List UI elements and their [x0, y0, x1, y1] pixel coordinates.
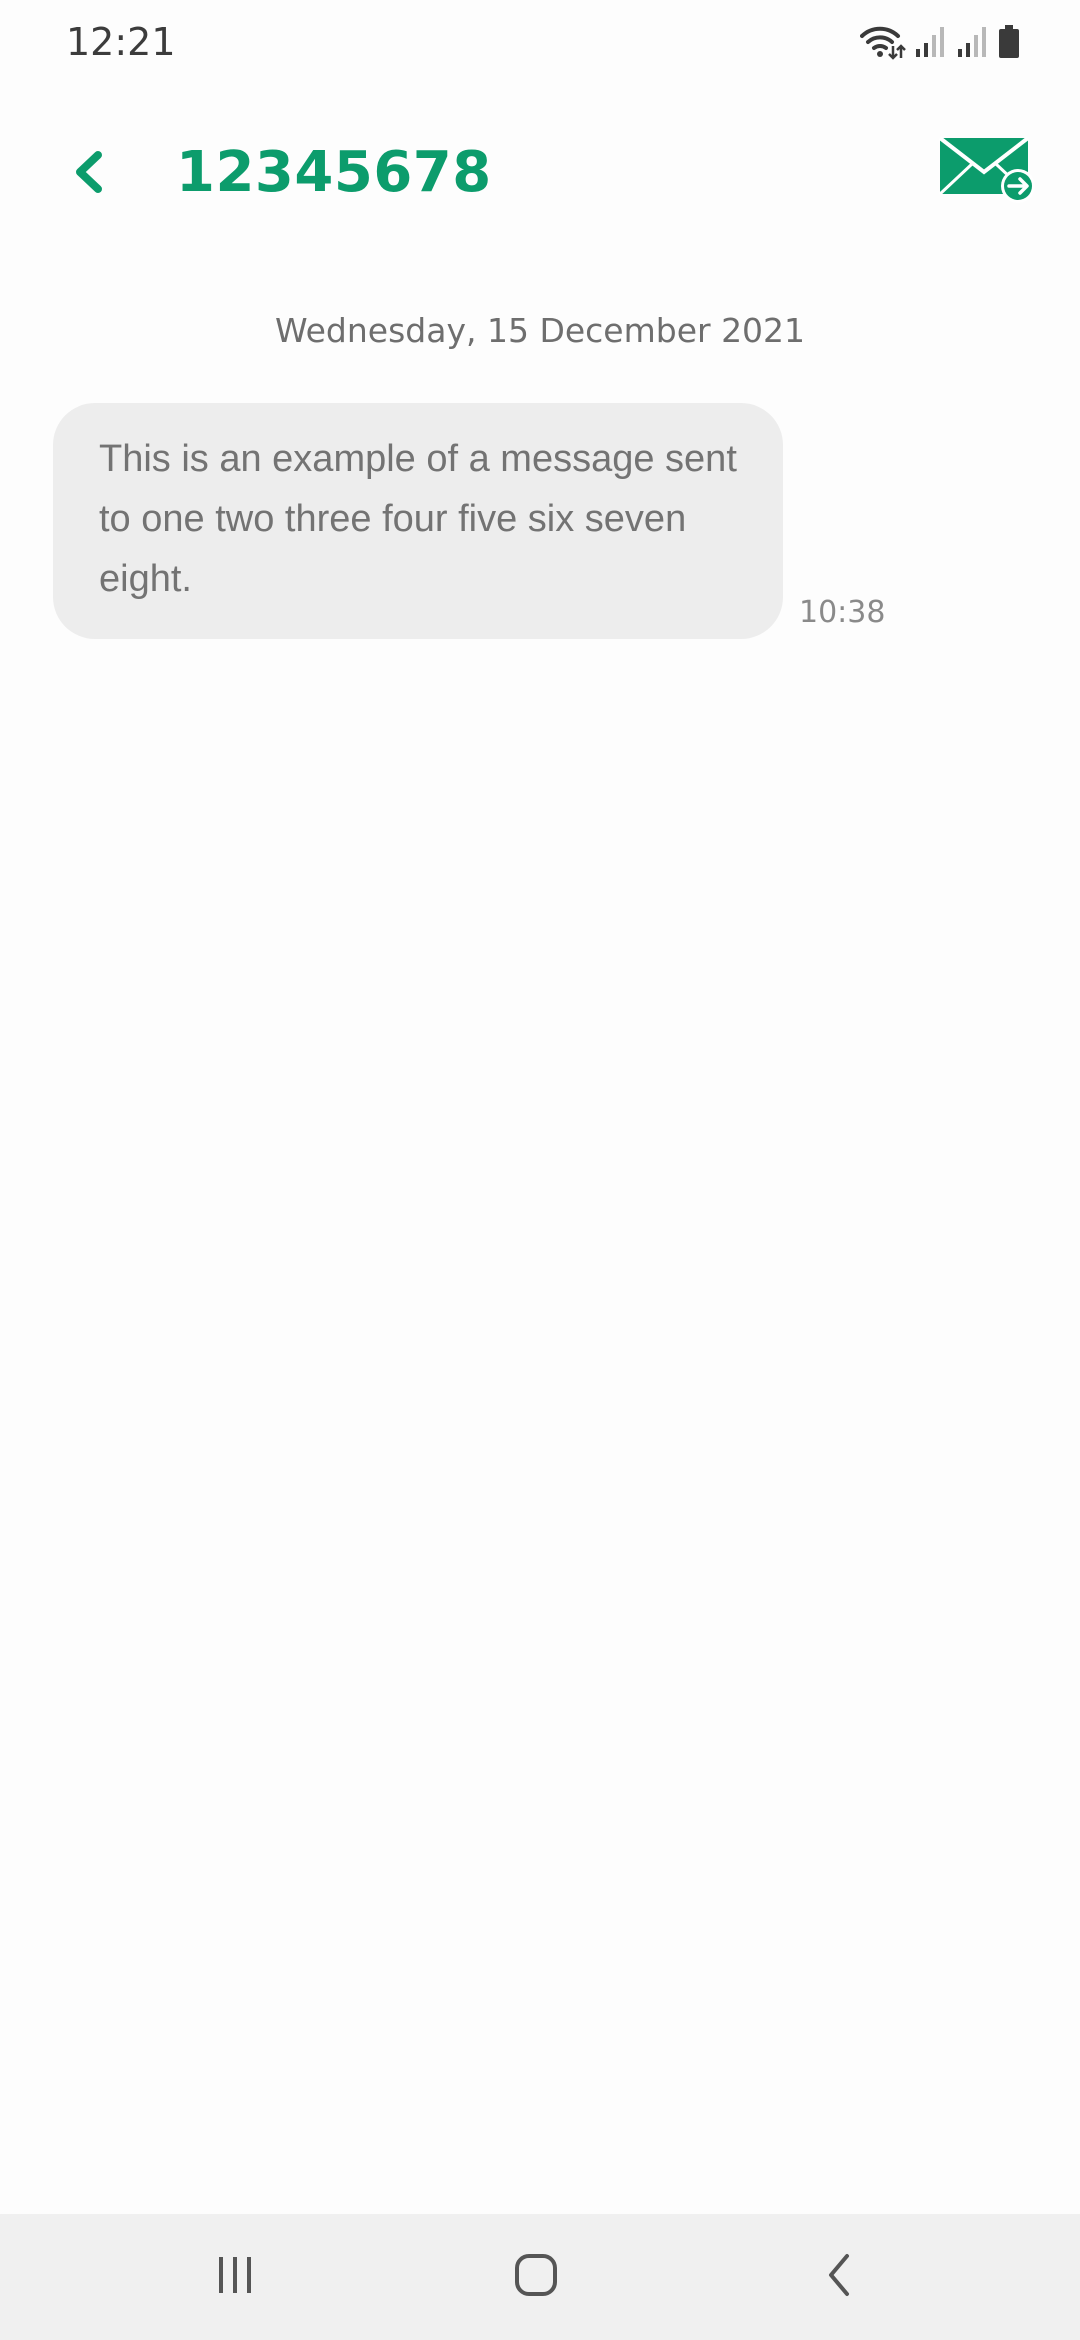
forward-message-button[interactable]: [938, 134, 1038, 212]
status-bar: 12:21: [0, 0, 1080, 84]
system-navigation-bar: [0, 2214, 1080, 2340]
back-icon: [819, 2250, 859, 2305]
battery-icon: [998, 25, 1020, 59]
contact-title: 12345678: [176, 140, 492, 205]
chevron-left-icon: [68, 147, 108, 202]
message-timestamp: 10:38: [799, 595, 886, 630]
date-separator: Wednesday, 15 December 2021: [274, 311, 806, 350]
recents-button[interactable]: [190, 2242, 280, 2312]
recents-icon: [213, 2253, 257, 2302]
signal-icon: [956, 25, 990, 59]
wifi-icon: [860, 24, 906, 60]
message-row: This is an example of a message sent to …: [53, 403, 953, 639]
status-time: 12:21: [66, 20, 176, 64]
status-icons: [860, 22, 1020, 62]
home-button[interactable]: [491, 2242, 581, 2312]
back-button[interactable]: [56, 142, 120, 206]
signal-icon: [914, 25, 948, 59]
nav-back-button[interactable]: [794, 2242, 884, 2312]
message-bubble[interactable]: This is an example of a message sent to …: [53, 403, 783, 639]
conversation-header: 12345678: [0, 120, 1080, 226]
home-icon: [511, 2250, 561, 2305]
mail-forward-icon: [938, 136, 1038, 216]
